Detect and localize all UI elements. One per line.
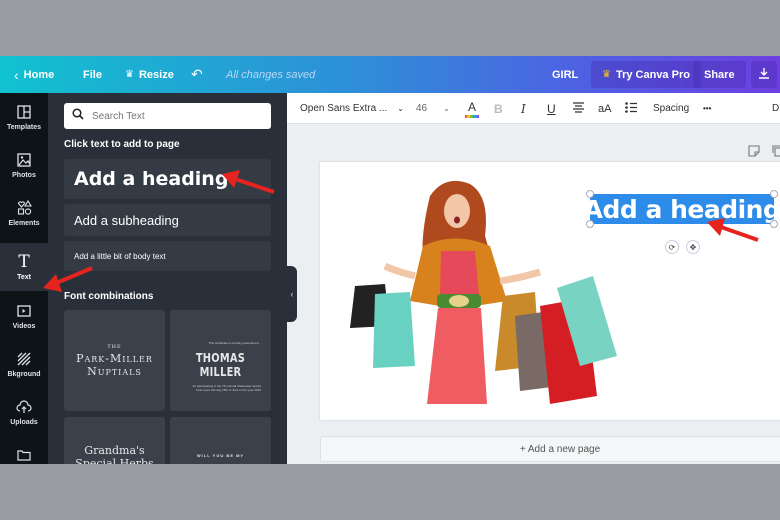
text-toolbar: Open Sans Extra ... ⌄ 46 ⌄ A B I U aA Sp… xyxy=(287,93,780,124)
rotate-icon[interactable]: ⟳ xyxy=(665,240,679,254)
background-icon xyxy=(16,351,32,367)
elements-icon xyxy=(16,200,32,216)
collapse-panel-button[interactable]: ‹ xyxy=(287,266,297,322)
search-icon xyxy=(72,107,84,125)
annotation-arrow-icon xyxy=(707,218,759,242)
letter-case-button[interactable]: aA xyxy=(598,93,611,124)
list-icon xyxy=(625,101,637,116)
top-bar: ‹ Home File ♛ Resize ↶ All changes saved… xyxy=(0,56,780,93)
download-icon xyxy=(758,67,770,82)
document-title[interactable]: GIRL xyxy=(552,56,578,93)
save-status: All changes saved xyxy=(226,68,316,81)
share-button[interactable]: Share xyxy=(693,61,746,88)
chevron-left-icon: ‹ xyxy=(14,66,19,83)
file-menu[interactable]: File xyxy=(83,56,102,93)
rail-item-photos[interactable]: Photos xyxy=(0,141,48,189)
home-button[interactable]: ‹ Home xyxy=(14,56,54,93)
spacing-button[interactable]: Spacing xyxy=(653,93,689,124)
text-icon: T xyxy=(18,251,30,272)
font-combo-grandmas-herbs[interactable]: Grandma's Special Herbs xyxy=(64,417,165,464)
undo-icon: ↶ xyxy=(191,66,203,82)
rail-item-folders[interactable]: Folders xyxy=(0,436,48,464)
font-combo-will-you-be-my[interactable]: WILL YOU BE MY xyxy=(170,417,271,464)
resize-handle[interactable] xyxy=(586,220,594,228)
resize-handle[interactable] xyxy=(586,190,594,198)
try-canva-pro-button[interactable]: ♛ Try Canva Pro xyxy=(591,61,701,88)
chevron-left-icon: ‹ xyxy=(290,289,294,299)
text-color-button[interactable]: A xyxy=(465,93,479,124)
resize-handle[interactable] xyxy=(770,190,778,198)
underline-button[interactable]: U xyxy=(547,93,556,124)
align-center-icon xyxy=(572,101,585,116)
click-text-label: Click text to add to page xyxy=(64,139,180,150)
rail-item-elements[interactable]: Elements xyxy=(0,189,48,237)
italic-button[interactable]: I xyxy=(521,93,526,124)
resize-button[interactable]: ♛ Resize xyxy=(125,56,174,93)
rail-item-templates[interactable]: Templates xyxy=(0,93,48,141)
toolbar-cutoff-button[interactable]: D xyxy=(772,93,779,124)
chevron-down-icon: ⌄ xyxy=(397,104,404,113)
photos-icon xyxy=(16,152,32,168)
rail-item-background[interactable]: Bkground xyxy=(0,340,48,388)
resize-handle[interactable] xyxy=(770,220,778,228)
font-combo-park-miller[interactable]: THE Park-Miller Nuptials xyxy=(64,310,165,411)
search-input[interactable] xyxy=(92,110,262,122)
move-icon[interactable]: ✥ xyxy=(686,240,700,254)
uploads-icon xyxy=(16,399,32,415)
text-color-icon: A xyxy=(465,100,479,118)
crown-icon: ♛ xyxy=(125,69,134,80)
add-note-icon[interactable] xyxy=(748,144,760,162)
videos-icon xyxy=(16,303,32,319)
add-new-page-button[interactable]: + Add a new page xyxy=(320,436,780,462)
download-button[interactable] xyxy=(751,61,777,88)
templates-icon xyxy=(16,104,32,120)
annotation-arrow-icon xyxy=(43,266,93,292)
more-options-button[interactable]: ••• xyxy=(703,93,711,124)
chevron-down-icon: ⌄ xyxy=(443,104,450,113)
search-box[interactable] xyxy=(64,103,271,129)
canva-editor: ‹ Home File ♛ Resize ↶ All changes saved… xyxy=(0,56,780,464)
add-subheading-button[interactable]: Add a subheading xyxy=(64,204,271,236)
duplicate-page-icon[interactable] xyxy=(772,144,780,162)
font-size-dropdown[interactable]: 46 ⌄ xyxy=(416,93,450,124)
bold-button[interactable]: B xyxy=(494,93,503,124)
list-button[interactable] xyxy=(625,93,637,124)
rail-item-uploads[interactable]: Uploads xyxy=(0,388,48,436)
font-combo-thomas-miller[interactable]: This certificate is proudly presented to… xyxy=(170,310,271,411)
folders-icon xyxy=(16,447,32,463)
font-family-dropdown[interactable]: Open Sans Extra ... ⌄ xyxy=(300,93,404,124)
design-page[interactable]: Add a heading ⟳ ✥ xyxy=(320,162,780,420)
crown-icon: ♛ xyxy=(602,69,611,80)
undo-button[interactable]: ↶ xyxy=(191,56,203,93)
align-button[interactable] xyxy=(572,93,585,124)
rail-item-videos[interactable]: Videos xyxy=(0,292,48,340)
annotation-arrow-icon xyxy=(222,170,275,194)
